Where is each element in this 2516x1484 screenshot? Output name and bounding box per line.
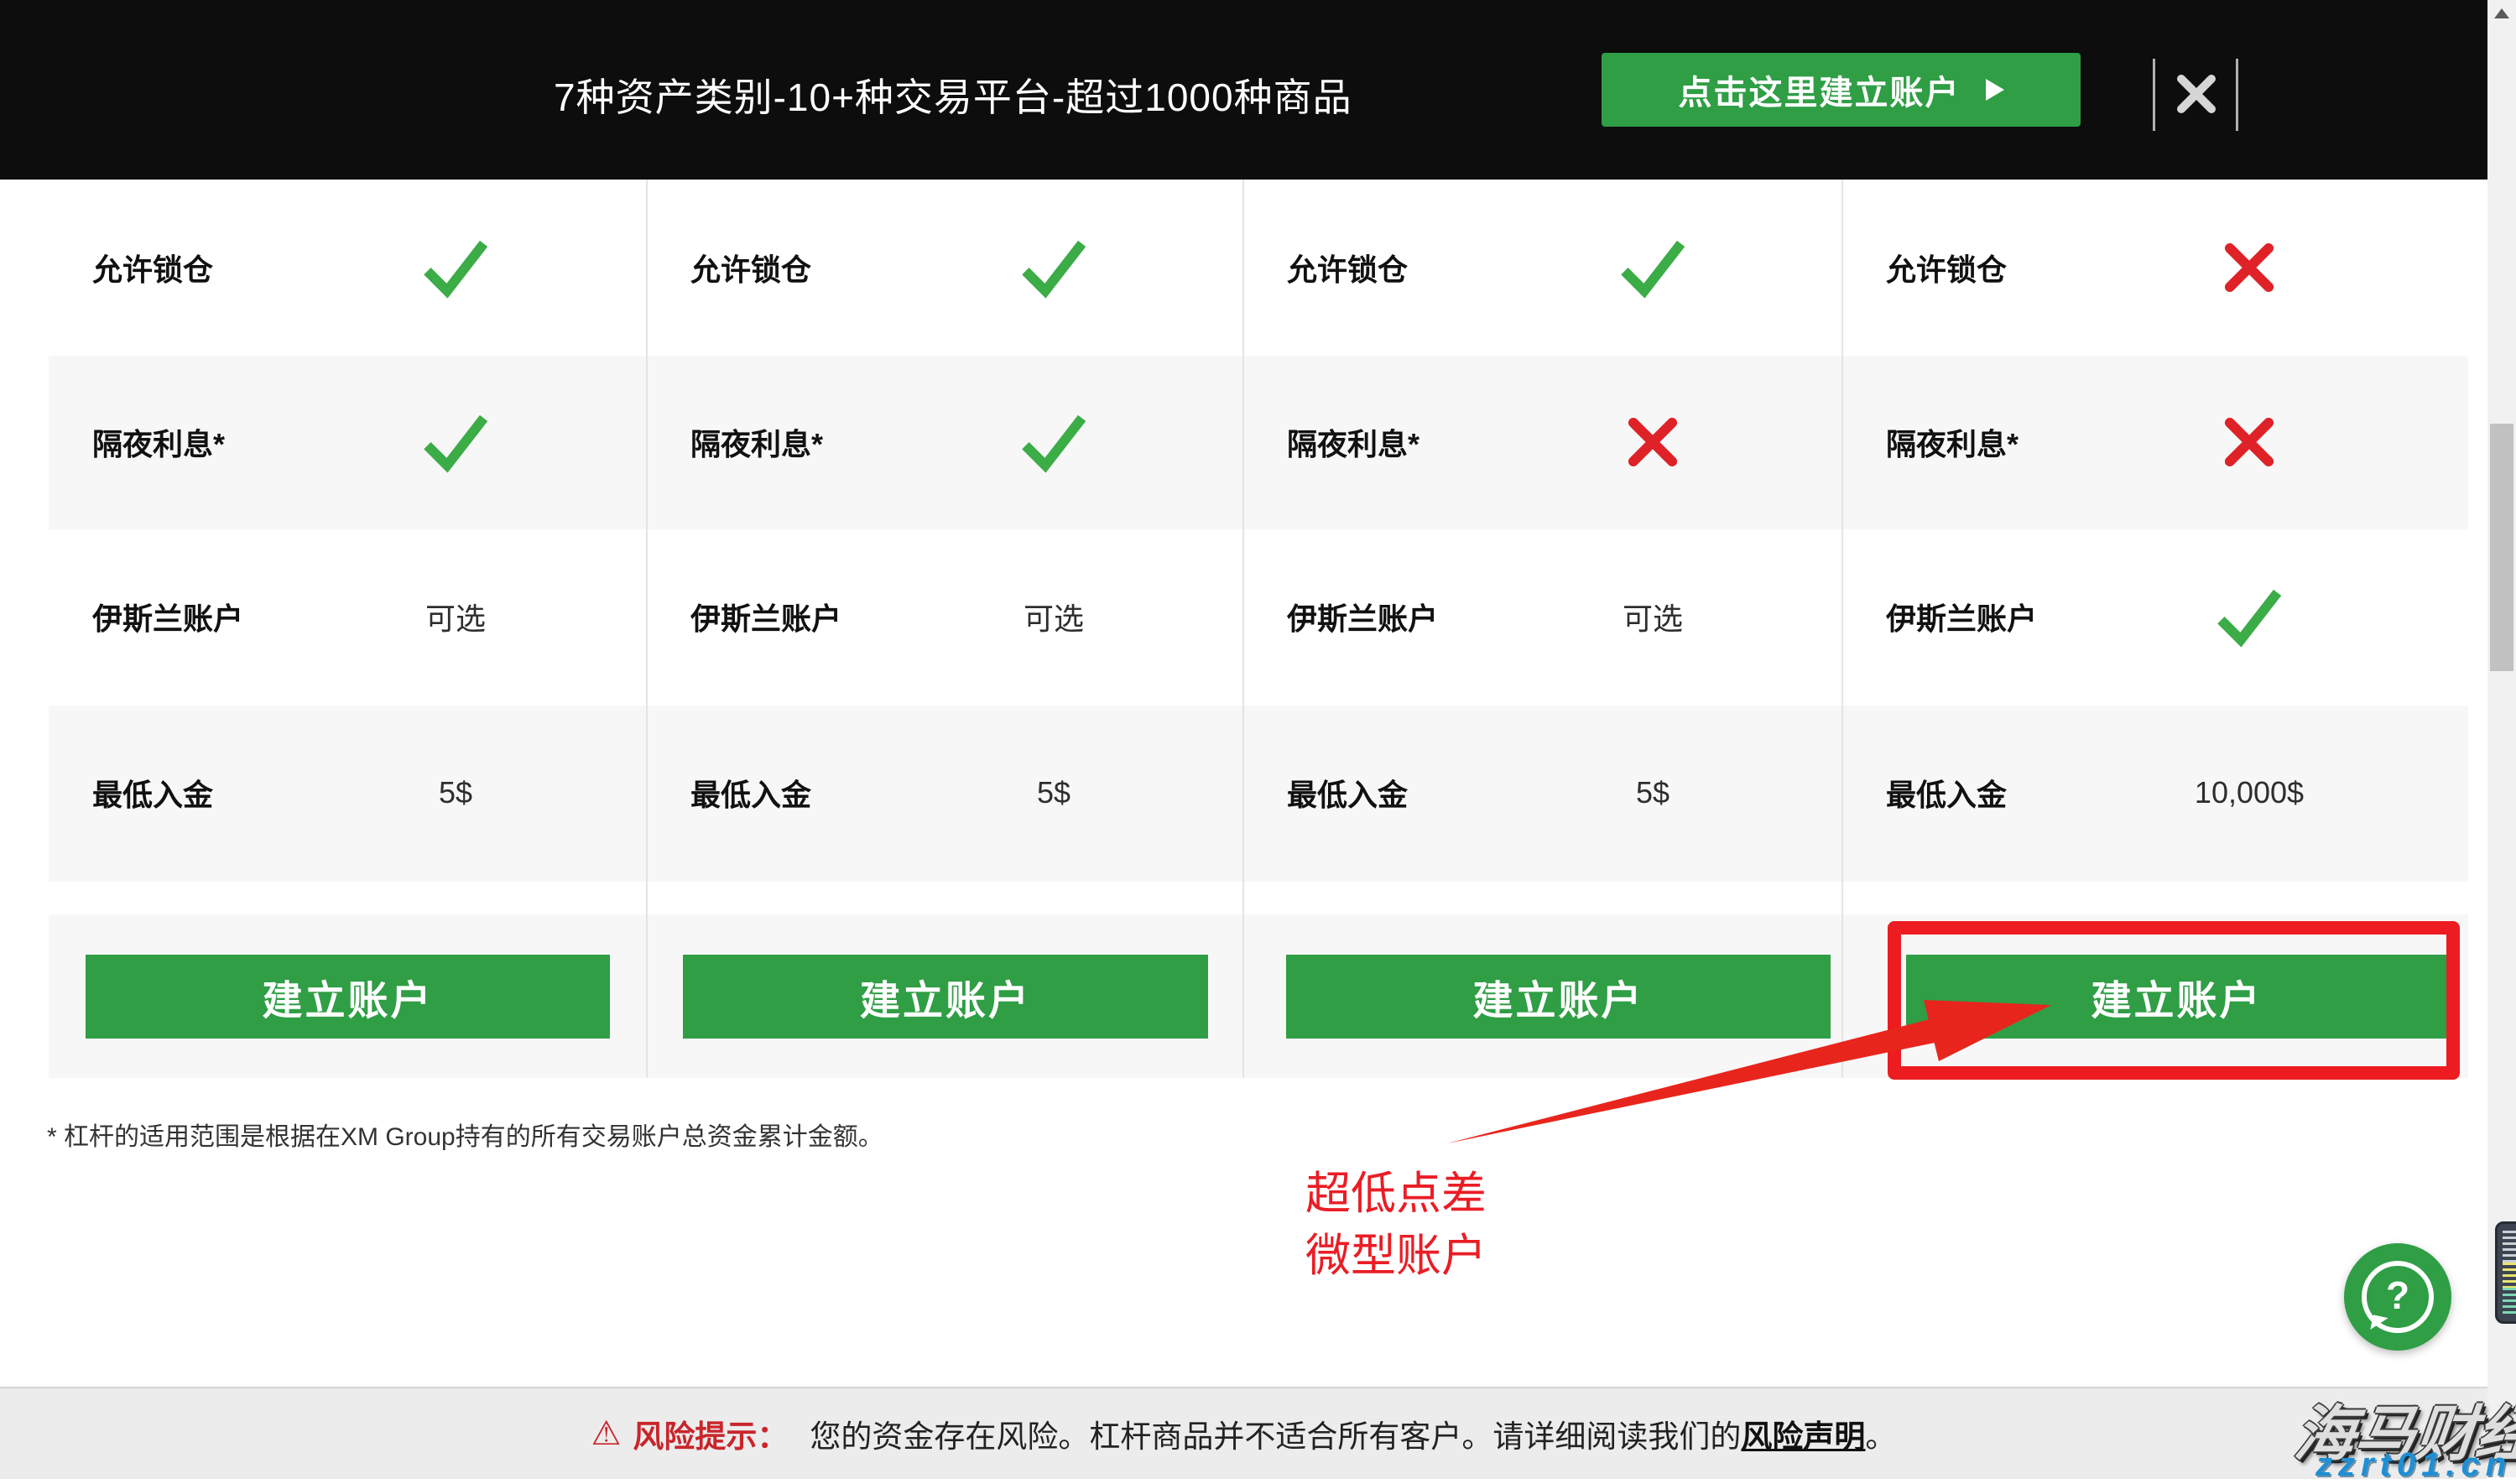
- cross-icon: [2220, 413, 2279, 471]
- cell-value-text: 可选: [1622, 601, 1684, 636]
- row-label-col3: 伊斯兰账户: [1287, 601, 1439, 636]
- row-label-col1: 伊斯兰账户: [92, 601, 244, 636]
- play-arrow-icon: [1985, 79, 2004, 101]
- row-label-col2: 允许锁仓: [690, 253, 812, 287]
- annotation-arrow-icon: [1426, 982, 2064, 1162]
- check-icon: [1617, 232, 1688, 303]
- cta-label: 点击这里建立账户: [1678, 75, 1961, 112]
- column-divider-2: [1242, 180, 1244, 1078]
- row-label-col3: 允许锁仓: [1287, 253, 1409, 287]
- cell-value-text: 可选: [425, 601, 487, 636]
- row-label-col4: 隔夜利息*: [1886, 427, 2019, 461]
- column-divider-3: [1841, 180, 1843, 1078]
- table-row-band-min-deposit: [49, 706, 2468, 882]
- check-icon: [1018, 232, 1089, 303]
- check-icon: [2214, 581, 2284, 652]
- close-banner-button[interactable]: [2170, 67, 2223, 121]
- topbar-separator-right: [2236, 59, 2238, 131]
- open-account-cta-button[interactable]: 点击这里建立账户: [1602, 53, 2081, 127]
- cell-value-text: 5$: [1635, 775, 1670, 810]
- row-label-col3: 隔夜利息*: [1287, 427, 1420, 461]
- leverage-footnote: * 杠杆的适用范围是根据在XM Group持有的所有交易账户总资金累计金额。: [47, 1123, 883, 1151]
- question-bubble-icon: ?: [2362, 1261, 2434, 1333]
- watermark-domain: zzrt01.cn: [2315, 1446, 2513, 1483]
- check-icon: [420, 407, 491, 477]
- column-divider-1: [646, 180, 648, 1078]
- annotation-text-line2: 微型账户: [1305, 1231, 1487, 1281]
- create-account-button-1[interactable]: 建立账户: [86, 955, 610, 1039]
- warning-triangle-icon: ⚠: [591, 1415, 622, 1452]
- table-row-band-overnight: [49, 356, 2468, 529]
- row-label-col4: 允许锁仓: [1886, 253, 2008, 287]
- row-label-col1: 最低入金: [92, 778, 214, 812]
- annotation-text-line1: 超低点差: [1305, 1169, 1487, 1219]
- row-label-col2: 伊斯兰账户: [690, 601, 842, 636]
- cross-icon: [1623, 413, 1682, 471]
- risk-statement-link[interactable]: 风险声明: [1741, 1411, 1865, 1456]
- risk-warning-bar: ⚠ 风险提示： 您的资金存在风险。杠杆商品并不适合所有客户。请详细阅读我们的 风…: [0, 1387, 2487, 1479]
- row-label-col2: 最低入金: [690, 778, 812, 812]
- risk-text-period: 。: [1865, 1419, 1897, 1454]
- promo-title: 7种资产类别-10+种交易平台-超过1000种商品: [554, 76, 1352, 119]
- scrollbar-thumb[interactable]: [2490, 424, 2513, 671]
- check-icon: [1018, 407, 1089, 477]
- risk-label: 风险提示：: [633, 1419, 789, 1454]
- watermark-logo: [2495, 1221, 2516, 1324]
- row-label-col1: 允许锁仓: [92, 253, 214, 287]
- row-label-col4: 最低入金: [1886, 778, 2008, 812]
- row-label-col4: 伊斯兰账户: [1886, 601, 2038, 636]
- check-icon: [420, 232, 491, 303]
- scrollbar-up-arrow-icon[interactable]: [2494, 8, 2509, 18]
- cell-value-text: 可选: [1023, 601, 1085, 636]
- topbar-separator-left: [2153, 59, 2155, 131]
- cell-value-text: 5$: [1036, 775, 1071, 810]
- help-chat-button[interactable]: ?: [2344, 1243, 2451, 1351]
- risk-text: 您的资金存在风险。杠杆商品并不适合所有客户。请详细阅读我们的: [810, 1419, 1742, 1454]
- cell-value-text: 5$: [438, 775, 473, 810]
- row-label-col2: 隔夜利息*: [690, 427, 824, 461]
- create-account-button-2[interactable]: 建立账户: [683, 955, 1208, 1039]
- cross-icon: [2220, 238, 2279, 297]
- cell-value-text: 10,000$: [2194, 775, 2305, 810]
- row-label-col3: 最低入金: [1287, 778, 1409, 812]
- close-icon: [2170, 75, 2223, 123]
- row-label-col1: 隔夜利息*: [92, 427, 226, 461]
- promo-topbar: 7种资产类别-10+种交易平台-超过1000种商品 点击这里建立账户: [0, 0, 2487, 180]
